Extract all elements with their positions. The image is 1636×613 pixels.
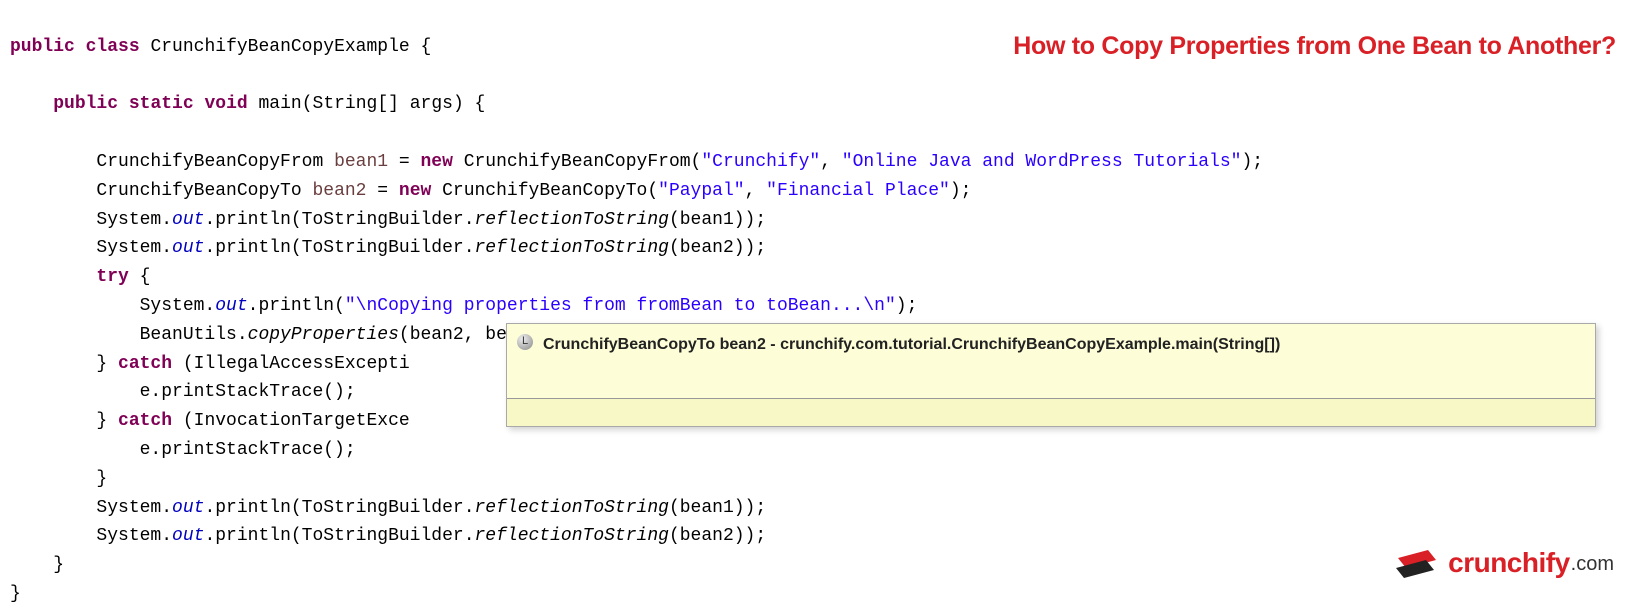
println: .println(ToStringBuilder.: [204, 210, 474, 230]
assign: =: [366, 181, 398, 201]
var-bean1: bean1: [334, 152, 388, 172]
watermark-ext: .com: [1571, 548, 1614, 580]
ctor: CrunchifyBeanCopyFrom(: [453, 152, 701, 172]
local-variable-icon: L: [517, 334, 533, 350]
assign: =: [388, 152, 420, 172]
println: .println(ToStringBuilder.: [204, 526, 474, 546]
brace: }: [10, 584, 21, 604]
class-name: CrunchifyBeanCopyExample: [150, 37, 409, 57]
system: System.: [140, 296, 216, 316]
watermark-logo: crunchify .com: [1392, 541, 1614, 586]
method-reflect: reflectionToString: [475, 498, 669, 518]
print-stack: e.printStackTrace();: [140, 382, 356, 402]
system: System.: [96, 526, 172, 546]
brace: }: [53, 555, 64, 575]
keyword-catch: catch: [118, 354, 172, 374]
crunchify-logo-icon: [1392, 548, 1440, 580]
println: .println(ToStringBuilder.: [204, 238, 474, 258]
beanutils: BeanUtils.: [140, 325, 248, 345]
system: System.: [96, 238, 172, 258]
args: (bean1));: [669, 210, 766, 230]
hover-tooltip: L CrunchifyBeanCopyTo bean2 - crunchify.…: [506, 323, 1596, 427]
method-reflect: reflectionToString: [475, 210, 669, 230]
system: System.: [96, 498, 172, 518]
field-out: out: [172, 210, 204, 230]
type-from: CrunchifyBeanCopyFrom: [96, 152, 323, 172]
main-args: (String[] args) {: [302, 94, 486, 114]
brace: }: [96, 354, 118, 374]
brace: {: [129, 267, 151, 287]
page-title: How to Copy Properties from One Bean to …: [1013, 26, 1616, 66]
code-editor[interactable]: public class CrunchifyBeanCopyExample { …: [0, 0, 1636, 613]
brace: }: [96, 411, 118, 431]
args: (bean2));: [669, 526, 766, 546]
method-main: main: [259, 94, 302, 114]
print-stack: e.printStackTrace();: [140, 440, 356, 460]
catch-args: (IllegalAccessExcepti: [172, 354, 410, 374]
comma: ,: [745, 181, 767, 201]
args: (bean2));: [669, 238, 766, 258]
string-literal: "\nCopying properties from fromBean to t…: [345, 296, 896, 316]
string-literal: "Paypal": [658, 181, 744, 201]
keyword-catch: catch: [118, 411, 172, 431]
field-out: out: [172, 526, 204, 546]
method-copy: copyProperties: [248, 325, 399, 345]
brace: }: [96, 469, 107, 489]
close: );: [950, 181, 972, 201]
catch-args: (InvocationTargetExce: [172, 411, 410, 431]
field-out: out: [172, 498, 204, 518]
ctor: CrunchifyBeanCopyTo(: [431, 181, 658, 201]
method-reflect: reflectionToString: [475, 526, 669, 546]
watermark-name: crunchify: [1448, 541, 1570, 586]
type-to: CrunchifyBeanCopyTo: [96, 181, 301, 201]
brace: {: [410, 37, 432, 57]
keyword-public: public: [53, 94, 118, 114]
keyword-public: public: [10, 37, 75, 57]
println: .println(: [248, 296, 345, 316]
tooltip-content: L CrunchifyBeanCopyTo bean2 - crunchify.…: [507, 324, 1595, 398]
close: );: [896, 296, 918, 316]
var-bean2: bean2: [312, 181, 366, 201]
args: (bean1));: [669, 498, 766, 518]
method-reflect: reflectionToString: [475, 238, 669, 258]
keyword-class: class: [86, 37, 140, 57]
tooltip-text: CrunchifyBeanCopyTo bean2 - crunchify.co…: [543, 332, 1280, 358]
tooltip-footer: [507, 398, 1595, 426]
keyword-new: new: [399, 181, 431, 201]
keyword-try: try: [96, 267, 128, 287]
field-out: out: [215, 296, 247, 316]
comma: ,: [820, 152, 842, 172]
field-out: out: [172, 238, 204, 258]
system: System.: [96, 210, 172, 230]
keyword-new: new: [421, 152, 453, 172]
string-literal: "Financial Place": [766, 181, 950, 201]
string-literal: "Online Java and WordPress Tutorials": [842, 152, 1242, 172]
keyword-static: static: [129, 94, 194, 114]
string-literal: "Crunchify": [701, 152, 820, 172]
close: );: [1241, 152, 1263, 172]
println: .println(ToStringBuilder.: [204, 498, 474, 518]
keyword-void: void: [204, 94, 247, 114]
